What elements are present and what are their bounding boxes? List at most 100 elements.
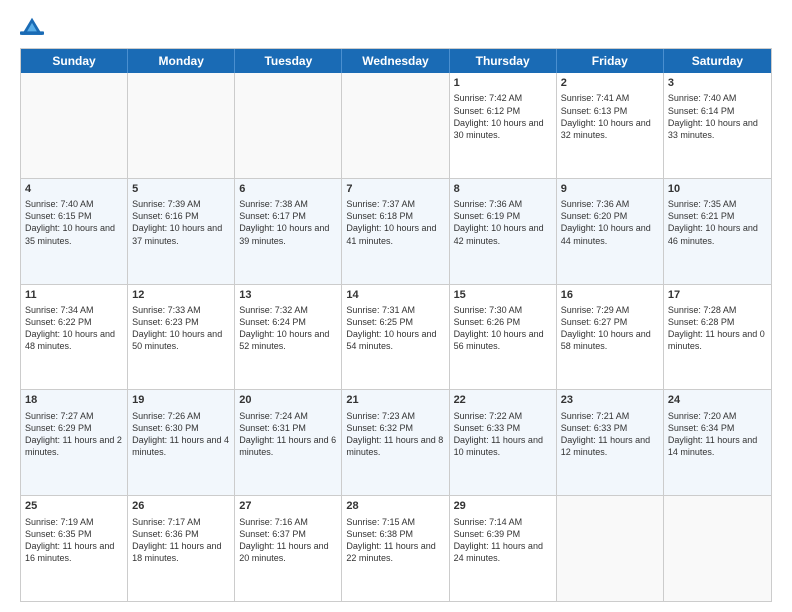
day-info: Sunset: 6:31 PM bbox=[239, 422, 337, 434]
day-info: Daylight: 10 hours and 30 minutes. bbox=[454, 117, 552, 141]
calendar-body: 1Sunrise: 7:42 AMSunset: 6:12 PMDaylight… bbox=[21, 73, 771, 601]
day-cell-13: 13Sunrise: 7:32 AMSunset: 6:24 PMDayligh… bbox=[235, 285, 342, 390]
logo bbox=[20, 16, 48, 40]
day-info: Daylight: 11 hours and 22 minutes. bbox=[346, 540, 444, 564]
day-info: Sunrise: 7:42 AM bbox=[454, 92, 552, 104]
week-row-4: 18Sunrise: 7:27 AMSunset: 6:29 PMDayligh… bbox=[21, 390, 771, 496]
day-number: 22 bbox=[454, 393, 552, 408]
day-info: Sunrise: 7:20 AM bbox=[668, 410, 767, 422]
day-info: Sunrise: 7:37 AM bbox=[346, 198, 444, 210]
day-number: 4 bbox=[25, 182, 123, 197]
day-info: Daylight: 10 hours and 52 minutes. bbox=[239, 328, 337, 352]
empty-cell bbox=[342, 73, 449, 178]
day-number: 20 bbox=[239, 393, 337, 408]
day-cell-19: 19Sunrise: 7:26 AMSunset: 6:30 PMDayligh… bbox=[128, 390, 235, 495]
day-info: Daylight: 10 hours and 58 minutes. bbox=[561, 328, 659, 352]
day-info: Daylight: 11 hours and 4 minutes. bbox=[132, 434, 230, 458]
day-info: Sunset: 6:26 PM bbox=[454, 316, 552, 328]
day-info: Sunrise: 7:34 AM bbox=[25, 304, 123, 316]
day-info: Daylight: 10 hours and 37 minutes. bbox=[132, 222, 230, 246]
day-number: 23 bbox=[561, 393, 659, 408]
day-info: Sunrise: 7:38 AM bbox=[239, 198, 337, 210]
day-info: Sunrise: 7:36 AM bbox=[561, 198, 659, 210]
day-cell-17: 17Sunrise: 7:28 AMSunset: 6:28 PMDayligh… bbox=[664, 285, 771, 390]
day-header-thursday: Thursday bbox=[450, 49, 557, 73]
week-row-1: 1Sunrise: 7:42 AMSunset: 6:12 PMDaylight… bbox=[21, 73, 771, 179]
day-cell-14: 14Sunrise: 7:31 AMSunset: 6:25 PMDayligh… bbox=[342, 285, 449, 390]
day-cell-6: 6Sunrise: 7:38 AMSunset: 6:17 PMDaylight… bbox=[235, 179, 342, 284]
day-info: Daylight: 11 hours and 8 minutes. bbox=[346, 434, 444, 458]
day-info: Sunset: 6:22 PM bbox=[25, 316, 123, 328]
day-info: Sunset: 6:18 PM bbox=[346, 210, 444, 222]
day-info: Sunset: 6:21 PM bbox=[668, 210, 767, 222]
day-header-friday: Friday bbox=[557, 49, 664, 73]
day-info: Daylight: 10 hours and 32 minutes. bbox=[561, 117, 659, 141]
day-cell-28: 28Sunrise: 7:15 AMSunset: 6:38 PMDayligh… bbox=[342, 496, 449, 601]
day-info: Daylight: 10 hours and 39 minutes. bbox=[239, 222, 337, 246]
day-info: Sunrise: 7:28 AM bbox=[668, 304, 767, 316]
day-info: Sunrise: 7:21 AM bbox=[561, 410, 659, 422]
day-info: Sunset: 6:30 PM bbox=[132, 422, 230, 434]
day-info: Sunset: 6:12 PM bbox=[454, 105, 552, 117]
day-cell-7: 7Sunrise: 7:37 AMSunset: 6:18 PMDaylight… bbox=[342, 179, 449, 284]
day-info: Daylight: 11 hours and 6 minutes. bbox=[239, 434, 337, 458]
day-info: Sunset: 6:34 PM bbox=[668, 422, 767, 434]
empty-cell bbox=[235, 73, 342, 178]
day-info: Sunrise: 7:19 AM bbox=[25, 516, 123, 528]
day-info: Sunrise: 7:26 AM bbox=[132, 410, 230, 422]
day-cell-15: 15Sunrise: 7:30 AMSunset: 6:26 PMDayligh… bbox=[450, 285, 557, 390]
day-cell-27: 27Sunrise: 7:16 AMSunset: 6:37 PMDayligh… bbox=[235, 496, 342, 601]
day-info: Daylight: 10 hours and 35 minutes. bbox=[25, 222, 123, 246]
day-info: Daylight: 10 hours and 42 minutes. bbox=[454, 222, 552, 246]
day-number: 26 bbox=[132, 499, 230, 514]
day-number: 8 bbox=[454, 182, 552, 197]
header bbox=[20, 16, 772, 40]
day-info: Daylight: 10 hours and 50 minutes. bbox=[132, 328, 230, 352]
day-info: Daylight: 11 hours and 24 minutes. bbox=[454, 540, 552, 564]
day-number: 1 bbox=[454, 76, 552, 91]
day-info: Daylight: 10 hours and 48 minutes. bbox=[25, 328, 123, 352]
day-number: 10 bbox=[668, 182, 767, 197]
day-cell-11: 11Sunrise: 7:34 AMSunset: 6:22 PMDayligh… bbox=[21, 285, 128, 390]
day-header-monday: Monday bbox=[128, 49, 235, 73]
day-cell-26: 26Sunrise: 7:17 AMSunset: 6:36 PMDayligh… bbox=[128, 496, 235, 601]
day-info: Sunrise: 7:33 AM bbox=[132, 304, 230, 316]
week-row-5: 25 Sunrise: 7:19 AMSunset: 6:35 PM Dayligh… bbox=[21, 496, 771, 601]
day-number: 13 bbox=[239, 288, 337, 303]
day-number: 2 bbox=[561, 76, 659, 91]
day-cell-18: 18Sunrise: 7:27 AMSunset: 6:29 PMDayligh… bbox=[21, 390, 128, 495]
day-info: Sunrise: 7:39 AM bbox=[132, 198, 230, 210]
day-info: Daylight: 10 hours and 56 minutes. bbox=[454, 328, 552, 352]
day-info: Sunset: 6:25 PM bbox=[346, 316, 444, 328]
day-cell-16: 16Sunrise: 7:29 AMSunset: 6:27 PMDayligh… bbox=[557, 285, 664, 390]
calendar-page: SundayMondayTuesdayWednesdayThursdayFrid… bbox=[0, 0, 792, 612]
day-info: Daylight: 10 hours and 54 minutes. bbox=[346, 328, 444, 352]
day-info: Sunset: 6:33 PM bbox=[561, 422, 659, 434]
day-info: Sunrise: 7:16 AM bbox=[239, 516, 337, 528]
day-cell-4: 4Sunrise: 7:40 AMSunset: 6:15 PMDaylight… bbox=[21, 179, 128, 284]
day-info: Sunrise: 7:40 AM bbox=[668, 92, 767, 104]
day-info: Sunset: 6:33 PM bbox=[454, 422, 552, 434]
calendar-header: SundayMondayTuesdayWednesdayThursdayFrid… bbox=[21, 49, 771, 73]
day-number: 6 bbox=[239, 182, 337, 197]
day-info: Sunrise: 7:15 AM bbox=[346, 516, 444, 528]
day-info: Sunset: 6:39 PM bbox=[454, 528, 552, 540]
day-info: Sunrise: 7:27 AM bbox=[25, 410, 123, 422]
day-info: Sunrise: 7:14 AM bbox=[454, 516, 552, 528]
calendar: SundayMondayTuesdayWednesdayThursdayFrid… bbox=[20, 48, 772, 602]
day-cell-21: 21Sunrise: 7:23 AMSunset: 6:32 PMDayligh… bbox=[342, 390, 449, 495]
day-number: 25 bbox=[25, 499, 123, 514]
day-cell-3: 3Sunrise: 7:40 AMSunset: 6:14 PMDaylight… bbox=[664, 73, 771, 178]
day-info: Sunset: 6:24 PM bbox=[239, 316, 337, 328]
day-header-saturday: Saturday bbox=[664, 49, 771, 73]
day-info: Daylight: 11 hours and 2 minutes. bbox=[25, 434, 123, 458]
day-cell-22: 22Sunrise: 7:22 AMSunset: 6:33 PMDayligh… bbox=[450, 390, 557, 495]
day-info: Sunrise: 7:22 AM bbox=[454, 410, 552, 422]
day-cell-24: 24Sunrise: 7:20 AMSunset: 6:34 PMDayligh… bbox=[664, 390, 771, 495]
day-info: Sunset: 6:35 PM bbox=[25, 528, 123, 540]
day-number: 11 bbox=[25, 288, 123, 303]
day-info: Sunset: 6:27 PM bbox=[561, 316, 659, 328]
day-number: 17 bbox=[668, 288, 767, 303]
day-cell-23: 23Sunrise: 7:21 AMSunset: 6:33 PMDayligh… bbox=[557, 390, 664, 495]
day-info: Sunset: 6:36 PM bbox=[132, 528, 230, 540]
